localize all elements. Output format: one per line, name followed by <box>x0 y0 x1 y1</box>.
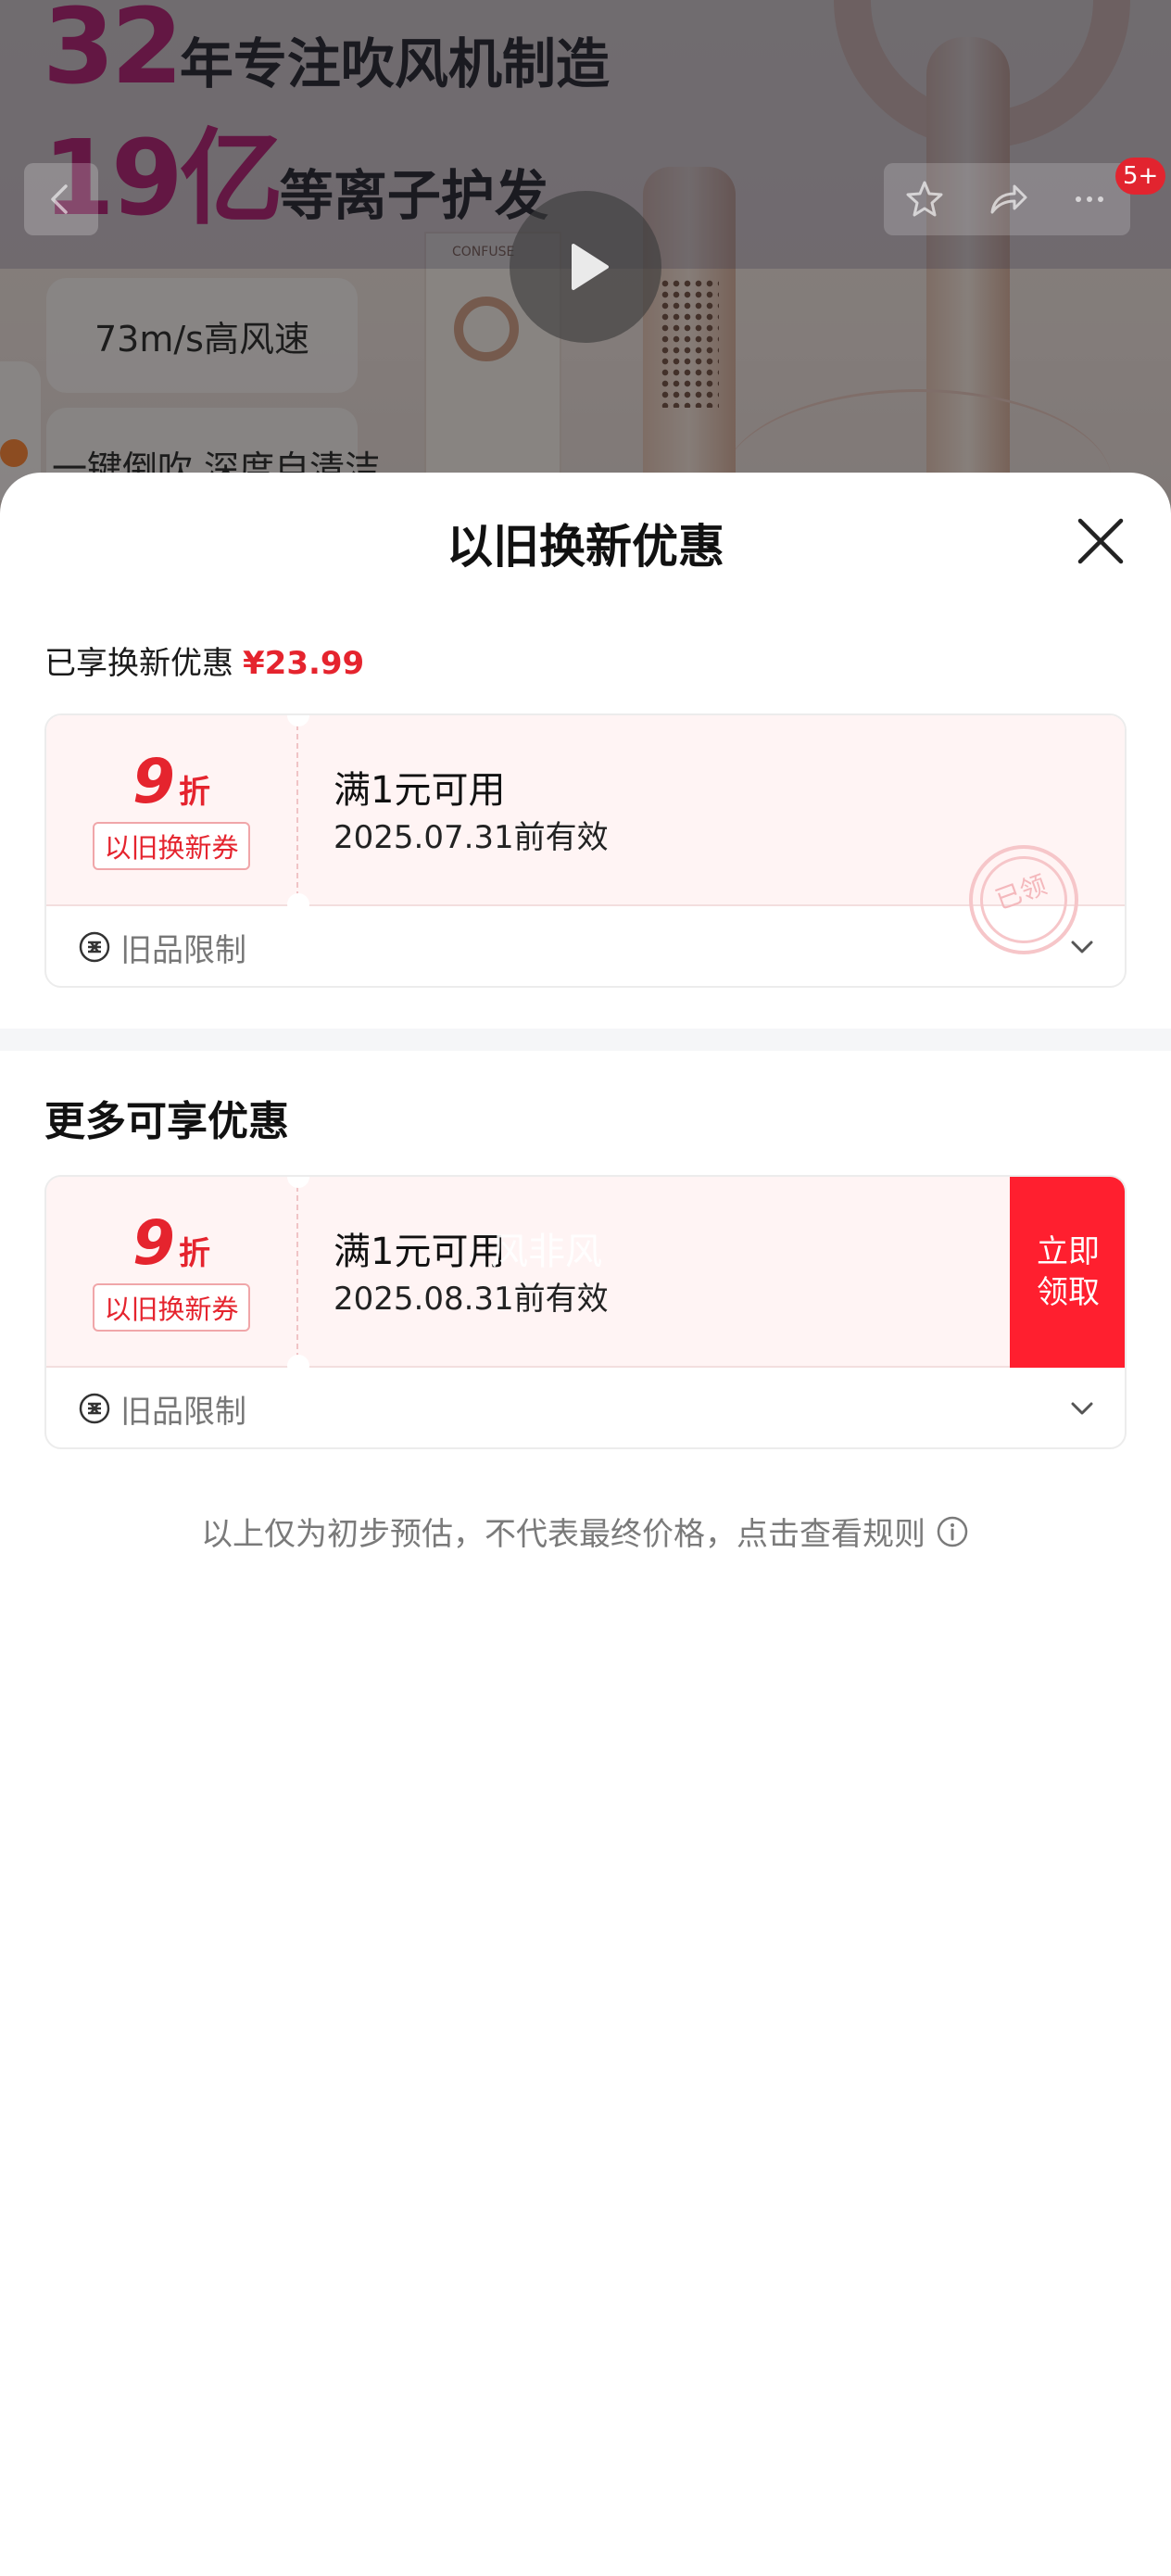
enjoyed-discount-line: 已享换新优惠 ¥23.99 <box>44 638 364 683</box>
enjoyed-label: 已享换新优惠 <box>44 645 233 682</box>
old-item-limit-label: 旧品限制 <box>120 1393 246 1431</box>
chevron-down-icon <box>1071 1402 1093 1415</box>
section-divider <box>0 1029 1171 1051</box>
claimable-coupon-card: 9折 以旧换新券 满1元可用 风非风 2025.08.31前有效 立即 领取 旧… <box>44 1175 1127 1449</box>
play-icon <box>572 244 609 290</box>
coupon-validity: 2025.07.31前有效 <box>334 819 609 856</box>
more-icon[interactable] <box>1067 177 1112 221</box>
discount-unit: 折 <box>178 1235 210 1272</box>
cart-badge: 5+ <box>1115 158 1166 195</box>
coupon-discount-area: 9折 以旧换新券 <box>46 715 298 906</box>
coupon-validity: 2025.08.31前有效 <box>334 1281 609 1318</box>
badge-icon <box>79 931 110 963</box>
coupon-ticket: 9折 以旧换新券 满1元可用 2025.07.31前有效 已领 <box>46 715 1125 956</box>
claim-now-button[interactable]: 立即 领取 <box>1010 1177 1125 1368</box>
close-button[interactable] <box>1071 511 1130 571</box>
old-item-limit-toggle[interactable]: 旧品限制 <box>46 1368 1125 1447</box>
coupon-condition: 满1元可用 <box>334 1231 506 1273</box>
coupon-discount: 9折 <box>132 751 210 813</box>
video-play-button[interactable] <box>510 191 661 343</box>
chevron-down-icon <box>1071 941 1093 953</box>
back-icon <box>51 184 68 214</box>
discount-number: 9 <box>132 746 175 817</box>
more-offers-title: 更多可享优惠 <box>44 1098 289 1145</box>
share-icon[interactable] <box>985 177 1029 221</box>
star-icon[interactable] <box>902 177 947 221</box>
product-page-background: CONFUSE 32年专注吹风机制造 19亿等离子护发 73m/s高风速 一键倒… <box>0 0 1171 519</box>
discount-unit: 折 <box>178 774 210 811</box>
coupon-type-tag: 以旧换新券 <box>93 1283 250 1332</box>
footnote-text: 以上仅为初步预估，不代表最终价格，点击查看规则 <box>201 1516 925 1553</box>
trade-in-offers-sheet: 以旧换新优惠 已享换新优惠 ¥23.99 9折 以旧换新券 满1元可用 2025.… <box>0 473 1171 2576</box>
claim-button-line-2: 领取 <box>1037 1274 1100 1311</box>
applied-coupon-card: 9折 以旧换新券 满1元可用 2025.07.31前有效 已领 旧品限制 <box>44 713 1127 988</box>
sheet-title: 以旧换新优惠 <box>447 520 724 574</box>
badge-icon <box>79 1393 110 1424</box>
coupon-discount: 9折 <box>132 1213 210 1274</box>
rules-footnote-link[interactable]: 以上仅为初步预估，不代表最终价格，点击查看规则 <box>0 1509 1171 1554</box>
coupon-type-tag: 以旧换新券 <box>93 822 250 870</box>
claim-button-line-1: 立即 <box>1037 1233 1100 1270</box>
coupon-discount-area: 9折 以旧换新券 <box>46 1177 298 1368</box>
enjoyed-amount: ¥23.99 <box>243 645 365 682</box>
coupon-ticket: 9折 以旧换新券 满1元可用 风非风 2025.08.31前有效 立即 领取 <box>46 1177 1125 1377</box>
watermark-text: 风非风 <box>491 1231 602 1273</box>
coupon-condition: 满1元可用 <box>334 769 506 812</box>
close-icon <box>1077 518 1124 564</box>
old-item-limit-label: 旧品限制 <box>120 931 246 969</box>
top-action-group <box>884 163 1130 235</box>
old-item-limit-toggle[interactable]: 旧品限制 <box>46 906 1125 986</box>
info-icon <box>937 1516 968 1547</box>
back-button[interactable] <box>24 163 98 235</box>
discount-number: 9 <box>132 1207 175 1279</box>
